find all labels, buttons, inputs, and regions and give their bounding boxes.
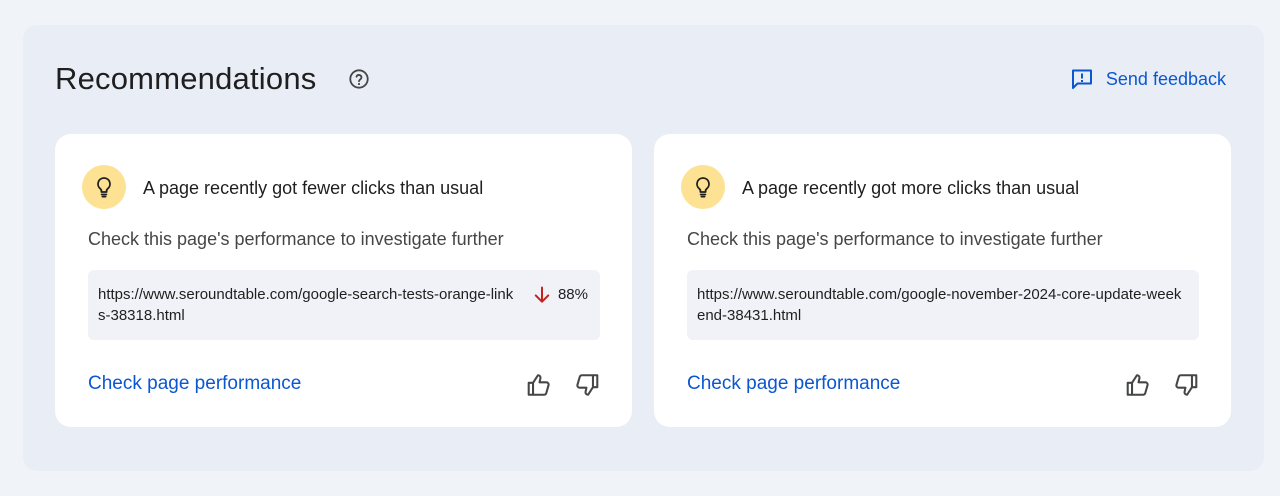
check-page-performance-link[interactable]: Check page performance	[88, 372, 301, 396]
recommendations-panel: Recommendations Send feedback A page rec…	[23, 25, 1264, 471]
send-feedback-label: Send feedback	[1105, 69, 1226, 89]
page-url: https://www.seroundtable.com/google-nove…	[697, 286, 1182, 324]
thumb-down-icon[interactable]	[574, 372, 600, 398]
card-description: Check this page's performance to investi…	[687, 229, 1103, 249]
help-circle-icon[interactable]	[348, 68, 370, 90]
card-title: A page recently got fewer clicks than us…	[143, 178, 484, 198]
panel-title: Recommendations	[55, 61, 317, 96]
clicks-change: 88%	[532, 284, 588, 305]
recommendation-card-fewer-clicks: A page recently got fewer clicks than us…	[55, 134, 632, 427]
send-feedback-button[interactable]: Send feedback	[1070, 67, 1226, 91]
recommendation-card-more-clicks: A page recently got more clicks than usu…	[654, 134, 1231, 427]
url-box: https://www.seroundtable.com/google-nove…	[687, 270, 1199, 340]
feedback-icon	[1071, 69, 1092, 89]
thumb-up-icon[interactable]	[1125, 372, 1151, 398]
check-page-performance-link[interactable]: Check page performance	[687, 372, 900, 396]
lightbulb-badge	[681, 165, 725, 209]
lightbulb-icon	[97, 177, 111, 198]
arrow-down-icon	[534, 286, 550, 303]
thumb-down-icon[interactable]	[1173, 372, 1199, 398]
lightbulb-badge	[82, 165, 126, 209]
card-title: A page recently got more clicks than usu…	[742, 178, 1080, 198]
thumb-up-icon[interactable]	[526, 372, 552, 398]
page-url: https://www.seroundtable.com/google-sear…	[98, 286, 514, 324]
card-description: Check this page's performance to investi…	[88, 229, 504, 249]
lightbulb-icon	[696, 177, 710, 198]
clicks-change-value: 88%	[557, 286, 588, 303]
url-box: https://www.seroundtable.com/google-sear…	[88, 270, 600, 340]
